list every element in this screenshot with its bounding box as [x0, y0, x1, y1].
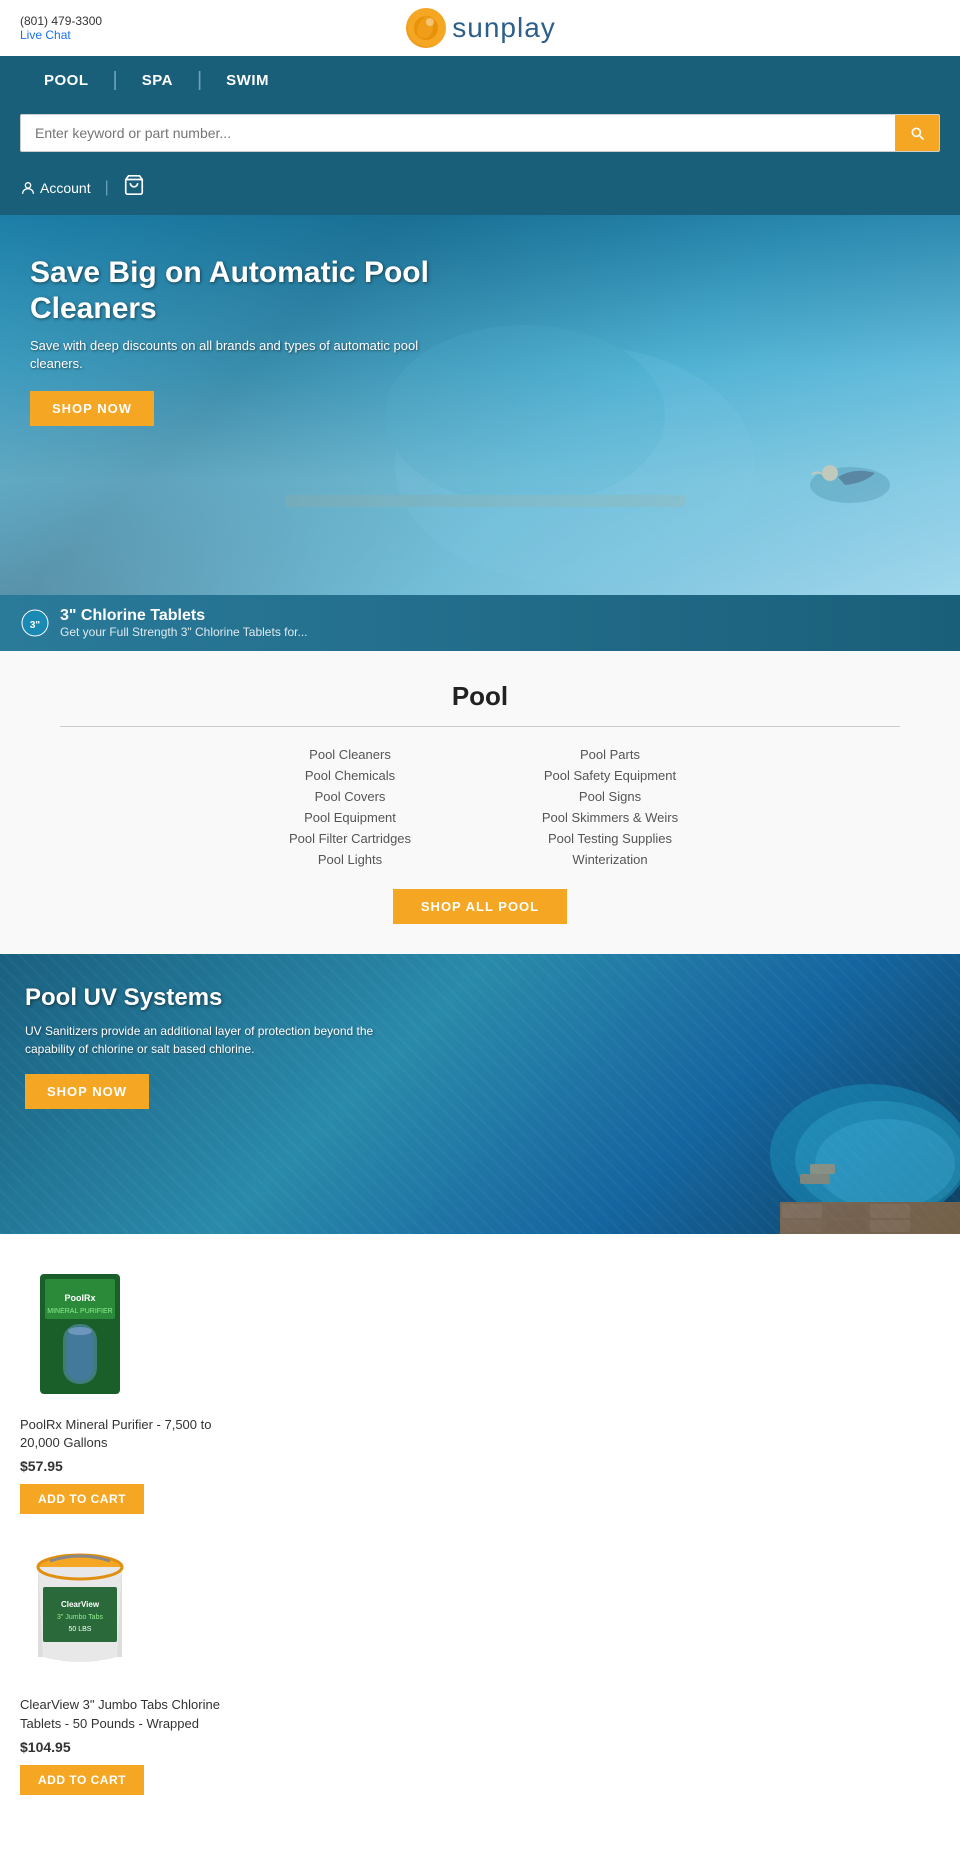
poolrx-add-to-cart-button[interactable]: ADD TO CART: [20, 1484, 144, 1514]
cart-icon: [123, 174, 145, 196]
svg-text:50 LBS: 50 LBS: [69, 1626, 92, 1633]
pool-link-filter-cartridges[interactable]: Pool Filter Cartridges: [230, 831, 470, 846]
cart-button[interactable]: [123, 174, 145, 201]
products-section: PoolRx MINERAL PURIFIER PoolRx Mineral P…: [0, 1234, 960, 1855]
uv-title: Pool UV Systems: [25, 984, 405, 1012]
uv-banner: Pool UV Systems UV Sanitizers provide an…: [0, 954, 960, 1234]
svg-text:3" Jumbo Tabs: 3" Jumbo Tabs: [57, 1614, 103, 1621]
user-icon: [20, 180, 36, 196]
phone-number: (801) 479-3300: [20, 14, 102, 28]
search-button[interactable]: [895, 115, 939, 151]
pool-section: Pool Pool Cleaners Pool Parts Pool Chemi…: [0, 651, 960, 954]
pool-link-cleaners[interactable]: Pool Cleaners: [230, 747, 470, 762]
svg-text:ClearView: ClearView: [61, 1600, 100, 1609]
poolrx-name: PoolRx Mineral Purifier - 7,500 to 20,00…: [20, 1416, 240, 1452]
pool-link-skimmers[interactable]: Pool Skimmers & Weirs: [490, 810, 730, 825]
search-container: [20, 114, 940, 152]
product-card-poolrx: PoolRx MINERAL PURIFIER PoolRx Mineral P…: [20, 1264, 240, 1514]
search-icon: [909, 125, 925, 141]
clearview-product-image: ClearView 3" Jumbo Tabs 50 LBS: [25, 1549, 135, 1679]
nav-swim[interactable]: SWIM: [202, 72, 293, 89]
poolrx-image-wrap: PoolRx MINERAL PURIFIER: [20, 1264, 140, 1404]
uv-subtitle: UV Sanitizers provide an additional laye…: [25, 1022, 405, 1058]
nav-pool[interactable]: POOL: [20, 72, 113, 89]
pool-link-parts[interactable]: Pool Parts: [490, 747, 730, 762]
pool-link-lights[interactable]: Pool Lights: [230, 852, 470, 867]
pool-link-signs[interactable]: Pool Signs: [490, 789, 730, 804]
hero-title: Save Big on Automatic Pool Cleaners: [30, 255, 450, 327]
product-card-clearview: ClearView 3" Jumbo Tabs 50 LBS ClearView…: [20, 1544, 240, 1794]
pool-links-grid: Pool Cleaners Pool Parts Pool Chemicals …: [230, 747, 730, 867]
clearview-name: ClearView 3" Jumbo Tabs Chlorine Tablets…: [20, 1696, 240, 1732]
sunplay-swirl-icon: [406, 8, 446, 48]
hero-subtitle: Save with deep discounts on all brands a…: [30, 337, 450, 373]
hero-banner: Save Big on Automatic Pool Cleaners Save…: [0, 215, 960, 595]
pool-link-chemicals[interactable]: Pool Chemicals: [230, 768, 470, 783]
live-chat-link[interactable]: Live Chat: [20, 28, 102, 42]
logo[interactable]: sunplay: [406, 8, 556, 48]
svg-text:MINERAL PURIFIER: MINERAL PURIFIER: [47, 1308, 112, 1315]
hero-content: Save Big on Automatic Pool Cleaners Save…: [30, 255, 450, 426]
search-input[interactable]: [21, 115, 895, 151]
logo-icon: [406, 8, 446, 48]
swimmer-decor: [800, 445, 900, 515]
poolrx-price: $57.95: [20, 1458, 63, 1474]
svg-text:3": 3": [30, 620, 41, 631]
uv-banner-content: Pool UV Systems UV Sanitizers provide an…: [25, 984, 405, 1109]
nav-spa[interactable]: SPA: [118, 72, 197, 89]
chlorine-strip[interactable]: 3" 3" Chlorine Tablets Get your Full Str…: [0, 595, 960, 651]
account-label: Account: [40, 180, 91, 196]
hero-shop-now-button[interactable]: SHOP NOW: [30, 391, 154, 426]
poolrx-product-image: PoolRx MINERAL PURIFIER: [35, 1269, 125, 1399]
shop-all-pool-button[interactable]: SHOP ALL POOL: [393, 889, 567, 924]
clearview-add-to-cart-button[interactable]: ADD TO CART: [20, 1765, 144, 1795]
pool-link-testing[interactable]: Pool Testing Supplies: [490, 831, 730, 846]
top-bar: (801) 479-3300 Live Chat sunplay: [0, 0, 960, 56]
clearview-price: $104.95: [20, 1739, 71, 1755]
account-bar: Account |: [0, 166, 960, 215]
uv-pool-svg: [700, 954, 960, 1234]
pool-link-winterization[interactable]: Winterization: [490, 852, 730, 867]
clearview-image-wrap: ClearView 3" Jumbo Tabs 50 LBS: [20, 1544, 140, 1684]
pool-link-safety[interactable]: Pool Safety Equipment: [490, 768, 730, 783]
uv-shop-now-button[interactable]: SHOP NOW: [25, 1074, 149, 1109]
logo-text: sunplay: [452, 12, 556, 44]
chlorine-info: 3" Chlorine Tablets Get your Full Streng…: [60, 607, 308, 639]
main-nav: POOL | SPA | SWIM: [0, 56, 960, 104]
contact-info: (801) 479-3300 Live Chat: [20, 14, 102, 42]
account-link[interactable]: Account: [20, 180, 91, 196]
svg-text:PoolRx: PoolRx: [64, 1293, 95, 1303]
chlorine-tablet-icon: 3": [20, 608, 50, 638]
chlorine-title: 3" Chlorine Tablets: [60, 607, 308, 625]
chlorine-subtitle: Get your Full Strength 3" Chlorine Table…: [60, 625, 308, 639]
search-bar: [0, 104, 960, 166]
pool-link-covers[interactable]: Pool Covers: [230, 789, 470, 804]
pool-section-title: Pool: [20, 681, 940, 712]
pool-link-equipment[interactable]: Pool Equipment: [230, 810, 470, 825]
pool-divider: [60, 726, 900, 727]
account-divider: |: [105, 179, 109, 197]
